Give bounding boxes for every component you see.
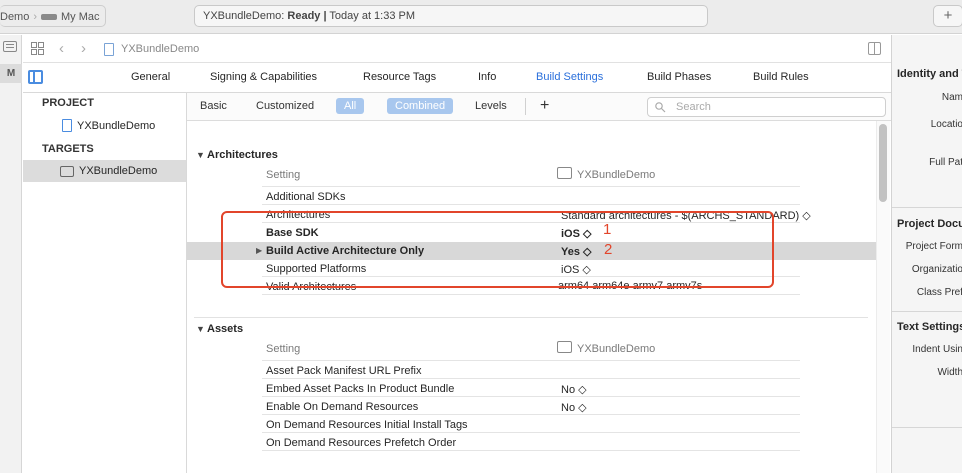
status-state: Ready	[287, 10, 321, 22]
row-divider	[262, 294, 800, 295]
filter-basic[interactable]: Basic	[200, 100, 227, 112]
name-label: Nam	[941, 92, 962, 103]
location-label: Locatio	[930, 119, 962, 130]
search-icon	[655, 102, 666, 113]
value-enable-on-demand-resources[interactable]: No ◇	[561, 401, 587, 414]
filter-customized[interactable]: Customized	[256, 100, 314, 112]
column-target-header: YXBundleDemo	[577, 169, 656, 181]
editor-options-icon[interactable]	[868, 42, 881, 55]
setting-odr-prefetch-order[interactable]: On Demand Resources Prefetch Order	[266, 437, 456, 449]
tab-info[interactable]: Info	[478, 71, 496, 83]
tab-signing-capabilities[interactable]: Signing & Capabilities	[210, 71, 317, 83]
grid-icon[interactable]	[31, 42, 44, 55]
width-label: Width	[937, 367, 962, 378]
row-divider	[262, 450, 800, 451]
disclosure-open-icon[interactable]: ▼	[196, 324, 205, 334]
inspector-panel: Identity and T Nam Locatio Full Pat Proj…	[891, 35, 962, 473]
filter-combined[interactable]: Combined	[387, 98, 454, 114]
setting-odr-initial-install-tags[interactable]: On Demand Resources Initial Install Tags	[266, 419, 468, 431]
add-setting-button[interactable]: +	[540, 97, 549, 115]
project-document-section-title: Project Docu	[897, 218, 962, 230]
annotation-number-2: 2	[604, 241, 613, 258]
status-app: YXBundleDemo:	[203, 10, 285, 22]
targets-header: TARGETS	[42, 143, 94, 155]
build-settings-filter-bar: Basic Customized All Combined Levels + S…	[187, 93, 891, 121]
back-arrow-icon[interactable]: ‹	[59, 40, 64, 57]
column-setting-header: Setting	[266, 343, 301, 355]
row-divider	[262, 378, 800, 379]
full-path-label: Full Pat	[929, 157, 962, 168]
identity-section-title: Identity and T	[897, 68, 962, 80]
status-separator: |	[323, 10, 327, 22]
window-toolbar: Demo › My Mac YXBundleDemo: Ready | Toda…	[0, 0, 962, 34]
project-header: PROJECT	[42, 97, 94, 109]
inspector-divider	[892, 207, 962, 208]
scheme-box	[0, 5, 106, 27]
sidebar-item-target[interactable]: YXBundleDemo	[60, 165, 157, 177]
row-divider	[262, 186, 800, 187]
column-target-header: YXBundleDemo	[577, 343, 656, 355]
row-divider	[262, 360, 800, 361]
row-divider	[262, 204, 800, 205]
setting-asset-pack-manifest-url[interactable]: Asset Pack Manifest URL Prefix	[266, 365, 421, 377]
activity-status: YXBundleDemo: Ready | Today at 1:33 PM	[194, 5, 708, 27]
project-file-icon	[104, 43, 114, 56]
jump-bar: ‹ › YXBundleDemo	[23, 35, 891, 63]
filter-divider	[525, 98, 526, 115]
tab-resource-tags[interactable]: Resource Tags	[363, 71, 436, 83]
setting-enable-on-demand-resources[interactable]: Enable On Demand Resources	[266, 401, 418, 413]
section-assets-title[interactable]: Assets	[207, 323, 243, 335]
bundle-icon	[60, 165, 74, 177]
tab-build-phases[interactable]: Build Phases	[647, 71, 711, 83]
target-bundle-icon	[557, 167, 572, 179]
target-list-toggle-icon[interactable]	[28, 70, 43, 84]
status-time: Today at 1:33 PM	[329, 10, 416, 22]
annotation-number-1: 1	[603, 221, 612, 238]
section-divider	[194, 317, 868, 318]
navigator-strip: M	[0, 35, 22, 473]
tab-build-settings[interactable]: Build Settings	[536, 71, 603, 83]
sidebar-target-label: YXBundleDemo	[79, 165, 158, 177]
row-divider	[262, 396, 800, 397]
tab-general[interactable]: General	[131, 71, 170, 83]
sidebar-item-project[interactable]: YXBundleDemo	[62, 119, 155, 132]
tab-build-rules[interactable]: Build Rules	[753, 71, 809, 83]
breadcrumb-project[interactable]: YXBundleDemo	[121, 43, 199, 55]
disclosure-open-icon[interactable]: ▼	[196, 150, 205, 160]
setting-embed-asset-packs[interactable]: Embed Asset Packs In Product Bundle	[266, 383, 454, 395]
library-add-button[interactable]: +	[933, 5, 962, 27]
inspector-divider	[892, 311, 962, 312]
target-bundle-icon	[557, 341, 572, 353]
project-file-icon	[62, 119, 72, 132]
forward-arrow-icon[interactable]: ›	[81, 40, 86, 57]
scrollbar-thumb[interactable]	[879, 124, 887, 202]
filter-all[interactable]: All	[336, 98, 365, 114]
class-prefix-label: Class Pref	[916, 287, 962, 298]
annotation-highlight-box	[221, 211, 774, 288]
section-architectures-title[interactable]: Architectures	[207, 149, 278, 161]
project-format-label: Project Form	[905, 241, 962, 252]
text-settings-section-title: Text Settings	[897, 321, 962, 333]
navigator-icon[interactable]	[3, 41, 17, 52]
organization-label: Organizatio	[911, 264, 962, 275]
setting-additional-sdks[interactable]: Additional SDKs	[266, 191, 346, 203]
column-setting-header: Setting	[266, 169, 301, 181]
source-control-badge[interactable]: M	[0, 64, 22, 83]
editor-tab-bar: General Signing & Capabilities Resource …	[23, 63, 891, 93]
search-input[interactable]: Search	[647, 97, 886, 117]
targets-sidebar: PROJECT YXBundleDemo TARGETS YXBundleDem…	[23, 93, 187, 473]
row-divider	[262, 414, 800, 415]
sidebar-project-label: YXBundleDemo	[77, 119, 156, 132]
value-embed-asset-packs[interactable]: No ◇	[561, 383, 587, 396]
row-divider	[262, 432, 800, 433]
inspector-divider	[892, 427, 962, 428]
indent-using-label: Indent Usin	[912, 344, 962, 355]
filter-levels[interactable]: Levels	[475, 100, 507, 112]
